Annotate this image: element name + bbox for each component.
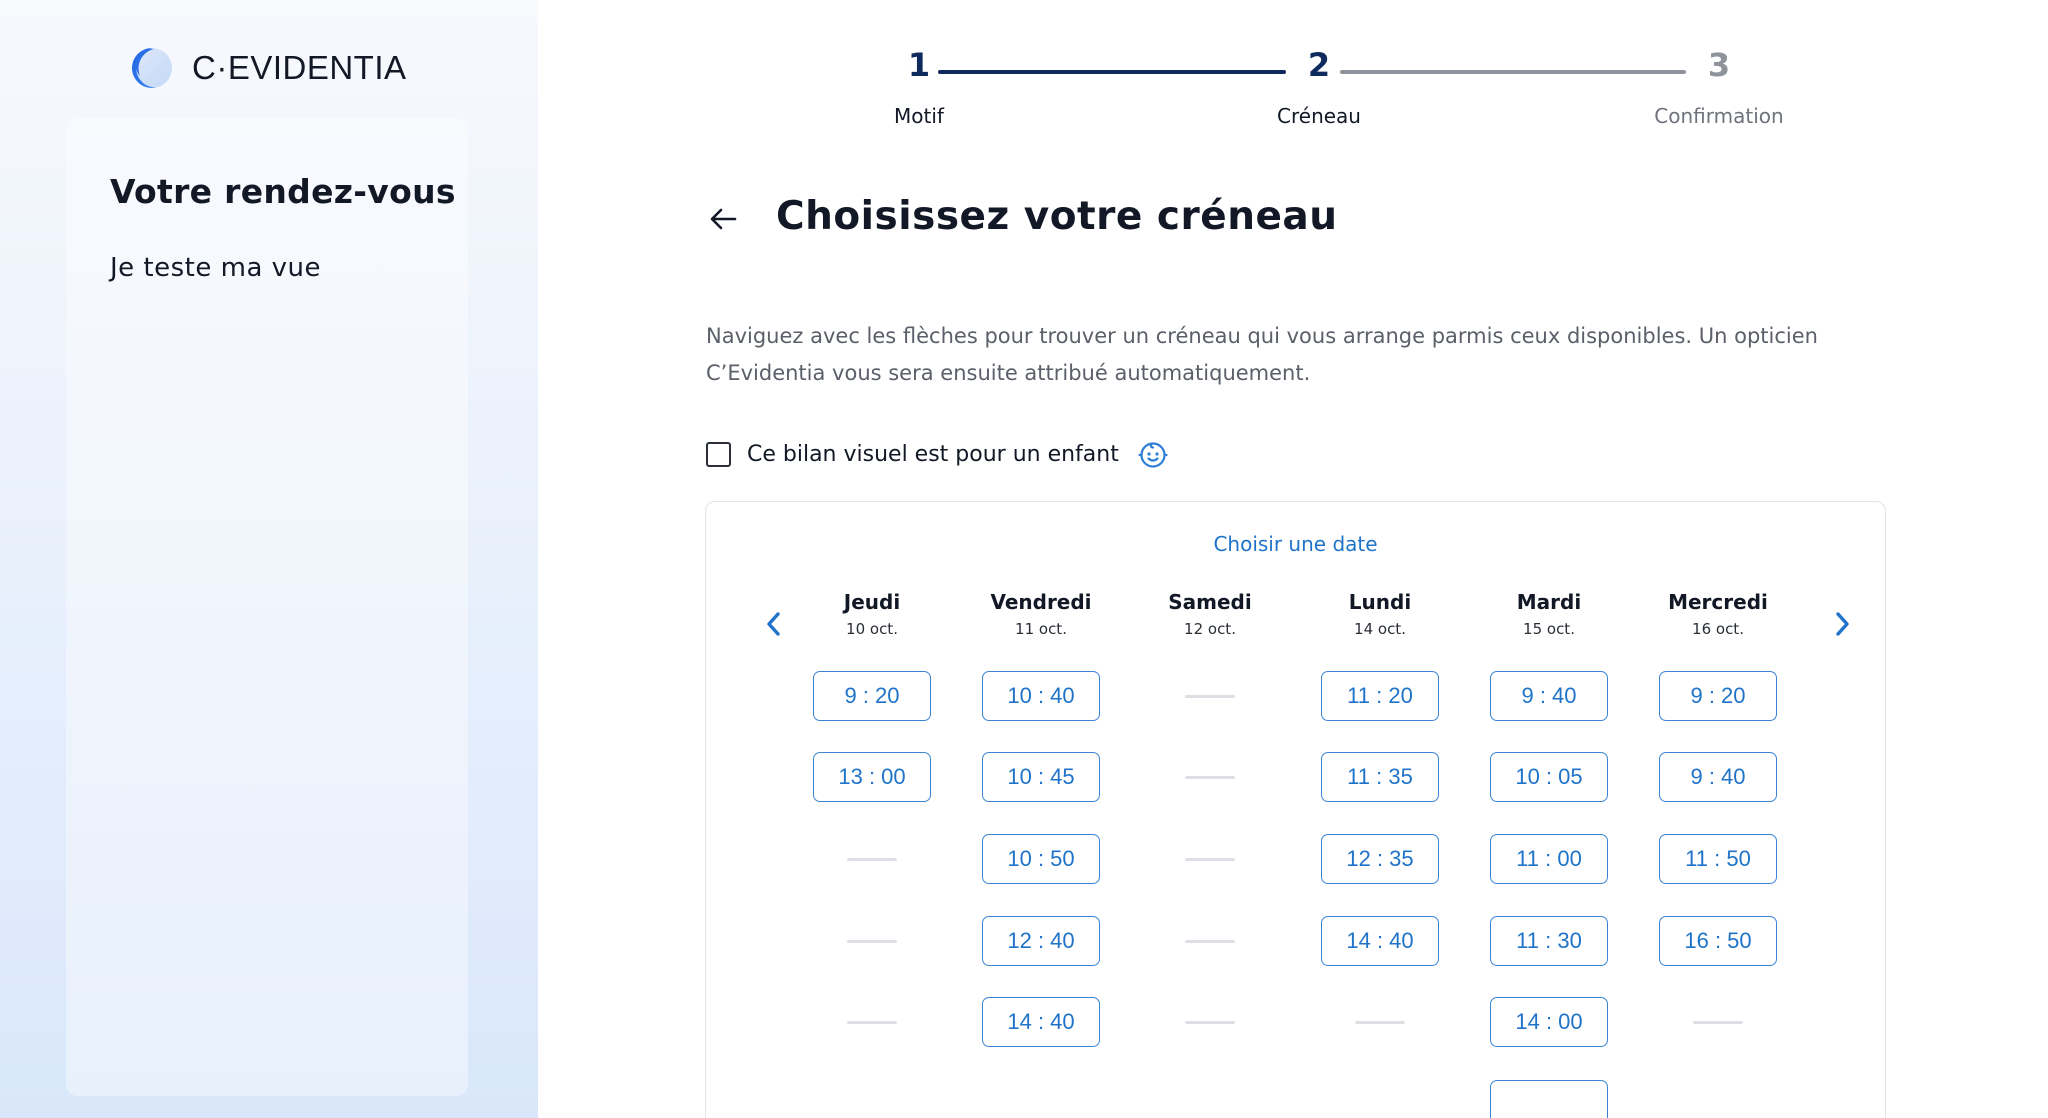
time-slot-button[interactable]: 16 : 50: [1659, 916, 1777, 966]
no-slot-placeholder: [847, 858, 897, 861]
time-slot-button[interactable]: 14 : 00: [1490, 997, 1608, 1047]
no-slot-placeholder: [1355, 1021, 1405, 1024]
time-slot-button[interactable]: 12 : 35: [1321, 834, 1439, 884]
arrow-left-icon: [710, 208, 737, 230]
time-slot-button[interactable]: 9 : 20: [1659, 671, 1777, 721]
child-checkbox-row[interactable]: Ce bilan visuel est pour un enfant: [706, 438, 1169, 470]
summary-title: Votre rendez-vous: [110, 172, 456, 211]
step-2-label: Créneau: [1277, 104, 1361, 128]
day-date: 10 oct.: [846, 620, 898, 638]
chevron-left-icon: [767, 612, 780, 636]
day-column-header: Jeudi 10 oct.: [787, 590, 957, 638]
slot-picker-card: Choisir une date Jeudi 10 oct. 9 : 20 13 : …: [705, 501, 1886, 1118]
no-slot-placeholder: [1185, 858, 1235, 861]
day-column-header: Vendredi 11 oct.: [956, 590, 1126, 638]
day-column-header: Mercredi 16 oct.: [1633, 590, 1803, 638]
summary-item: Je teste ma vue: [110, 253, 322, 283]
no-slot-placeholder: [1185, 940, 1235, 943]
page-title: Choisissez votre créneau: [776, 194, 1338, 239]
day-date: 14 oct.: [1354, 620, 1406, 638]
child-checkbox[interactable]: [706, 441, 731, 467]
child-checkbox-label: Ce bilan visuel est pour un enfant: [747, 441, 1119, 467]
step-2-connector: [1340, 70, 1686, 74]
time-slot-button[interactable]: 10 : 45: [982, 752, 1100, 802]
time-slot-button[interactable]: 10 : 05: [1490, 752, 1608, 802]
time-slot-button[interactable]: 11 : 20: [1321, 671, 1439, 721]
chevron-right-icon: [1836, 612, 1849, 636]
day-date: 12 oct.: [1184, 620, 1236, 638]
day-date: 15 oct.: [1523, 620, 1575, 638]
time-slot-button[interactable]: 9 : 40: [1490, 671, 1608, 721]
time-slot-button[interactable]: 14 : 40: [1321, 916, 1439, 966]
day-date: 16 oct.: [1692, 620, 1744, 638]
no-slot-placeholder: [1185, 776, 1235, 779]
time-slot-button[interactable]: 11 : 30: [1490, 916, 1608, 966]
day-name: Mercredi: [1668, 590, 1768, 614]
day-column-header: Lundi 14 oct.: [1295, 590, 1465, 638]
day-date: 11 oct.: [1015, 620, 1067, 638]
time-slot-button[interactable]: 11 : 35: [1321, 752, 1439, 802]
step-2-number: 2: [1307, 46, 1331, 84]
time-slot-button[interactable]: 9 : 20: [813, 671, 931, 721]
day-name: Samedi: [1168, 590, 1252, 614]
time-slot-button[interactable]: 12 : 40: [982, 916, 1100, 966]
back-button[interactable]: [704, 200, 742, 238]
left-panel: C·EVIDENTIA Votre rendez-vous Je teste m…: [0, 0, 538, 1118]
no-slot-placeholder: [847, 1021, 897, 1024]
day-name: Jeudi: [843, 590, 901, 614]
logo-text: C·EVIDENTIA: [192, 49, 407, 86]
day-name: Lundi: [1348, 590, 1412, 614]
step-1-label: Motif: [894, 104, 944, 128]
time-slot-button[interactable]: 11 : 50: [1659, 834, 1777, 884]
intro-text: Naviguez avec les flèches pour trouver u…: [706, 324, 1818, 385]
day-column-header: Samedi 12 oct.: [1125, 590, 1295, 638]
day-name: Vendredi: [990, 590, 1092, 614]
step-3-number: 3: [1707, 46, 1731, 84]
day-name: Mardi: [1516, 590, 1582, 614]
calendar-heading: Choisir une date: [1213, 532, 1378, 556]
logo-mark-icon: [132, 48, 172, 88]
time-slot-button[interactable]: 10 : 40: [982, 671, 1100, 721]
time-slot-button[interactable]: 11 : 00: [1490, 834, 1608, 884]
no-slot-placeholder: [847, 940, 897, 943]
child-face-icon: [1138, 442, 1168, 468]
no-slot-placeholder: [1185, 695, 1235, 698]
step-1-number: 1: [907, 46, 931, 84]
step-1-connector: [938, 70, 1286, 74]
brand-logo[interactable]: C·EVIDENTIA: [130, 46, 407, 90]
next-days-button[interactable]: [1822, 604, 1862, 644]
no-slot-placeholder: [1185, 1021, 1235, 1024]
step-3-label: Confirmation: [1654, 104, 1784, 128]
time-slot-button[interactable]: 13 : 00: [813, 752, 931, 802]
day-column-header: Mardi 15 oct.: [1464, 590, 1634, 638]
time-slot-button[interactable]: 10 : 50: [982, 834, 1100, 884]
time-slot-button-partial[interactable]: [1490, 1080, 1608, 1118]
no-slot-placeholder: [1693, 1021, 1743, 1024]
time-slot-button[interactable]: 9 : 40: [1659, 752, 1777, 802]
time-slot-button[interactable]: 14 : 40: [982, 997, 1100, 1047]
